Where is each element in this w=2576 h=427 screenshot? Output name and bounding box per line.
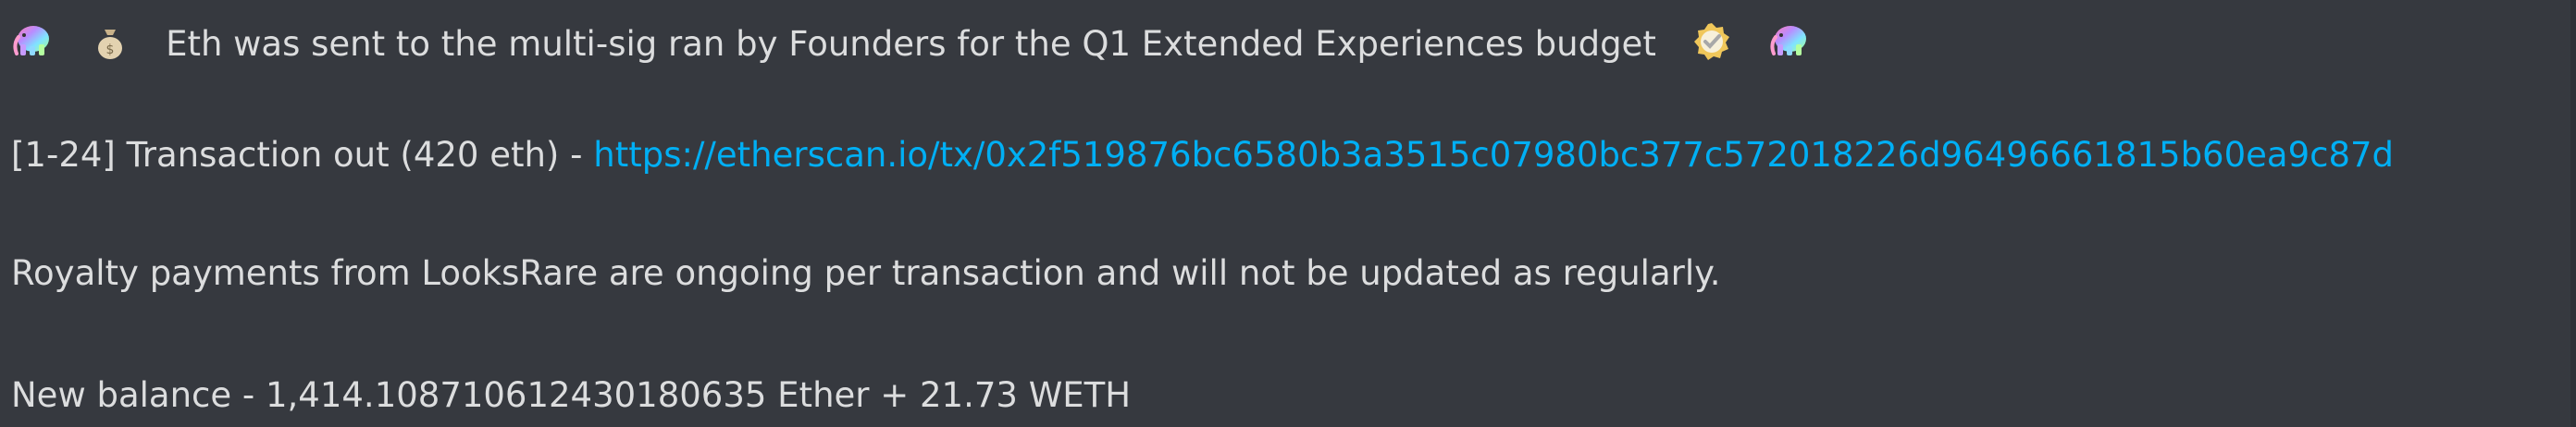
svg-text:$: $ <box>105 43 114 57</box>
money-bag-icon: $ <box>97 30 122 59</box>
message-line-royalty: Royalty payments from LooksRare are ongo… <box>11 253 1721 294</box>
verified-badge-icon <box>1694 23 1730 60</box>
chat-edge <box>2570 0 2576 427</box>
transaction-label: [1-24] Transaction out (420 eth) - <box>11 135 594 175</box>
message-line-announcement: $ Eth was sent to the multi-sig ran by F… <box>11 20 1811 64</box>
rainbow-elephant-icon <box>1770 26 1806 55</box>
announcement-text: Eth was sent to the multi-sig ran by Fou… <box>166 24 1656 64</box>
message-line-balance: New balance - 1,414.108710612430180635 E… <box>11 375 1131 416</box>
royalty-text: Royalty payments from LooksRare are ongo… <box>11 253 1721 293</box>
chat-message: $ Eth was sent to the multi-sig ran by F… <box>0 0 2576 427</box>
etherscan-link[interactable]: https://etherscan.io/tx/0x2f519876bc6580… <box>593 135 2394 175</box>
message-line-transaction: [1-24] Transaction out (420 eth) - https… <box>11 135 2394 176</box>
balance-text: New balance - 1,414.108710612430180635 E… <box>11 375 1132 415</box>
rainbow-elephant-icon <box>13 26 49 55</box>
